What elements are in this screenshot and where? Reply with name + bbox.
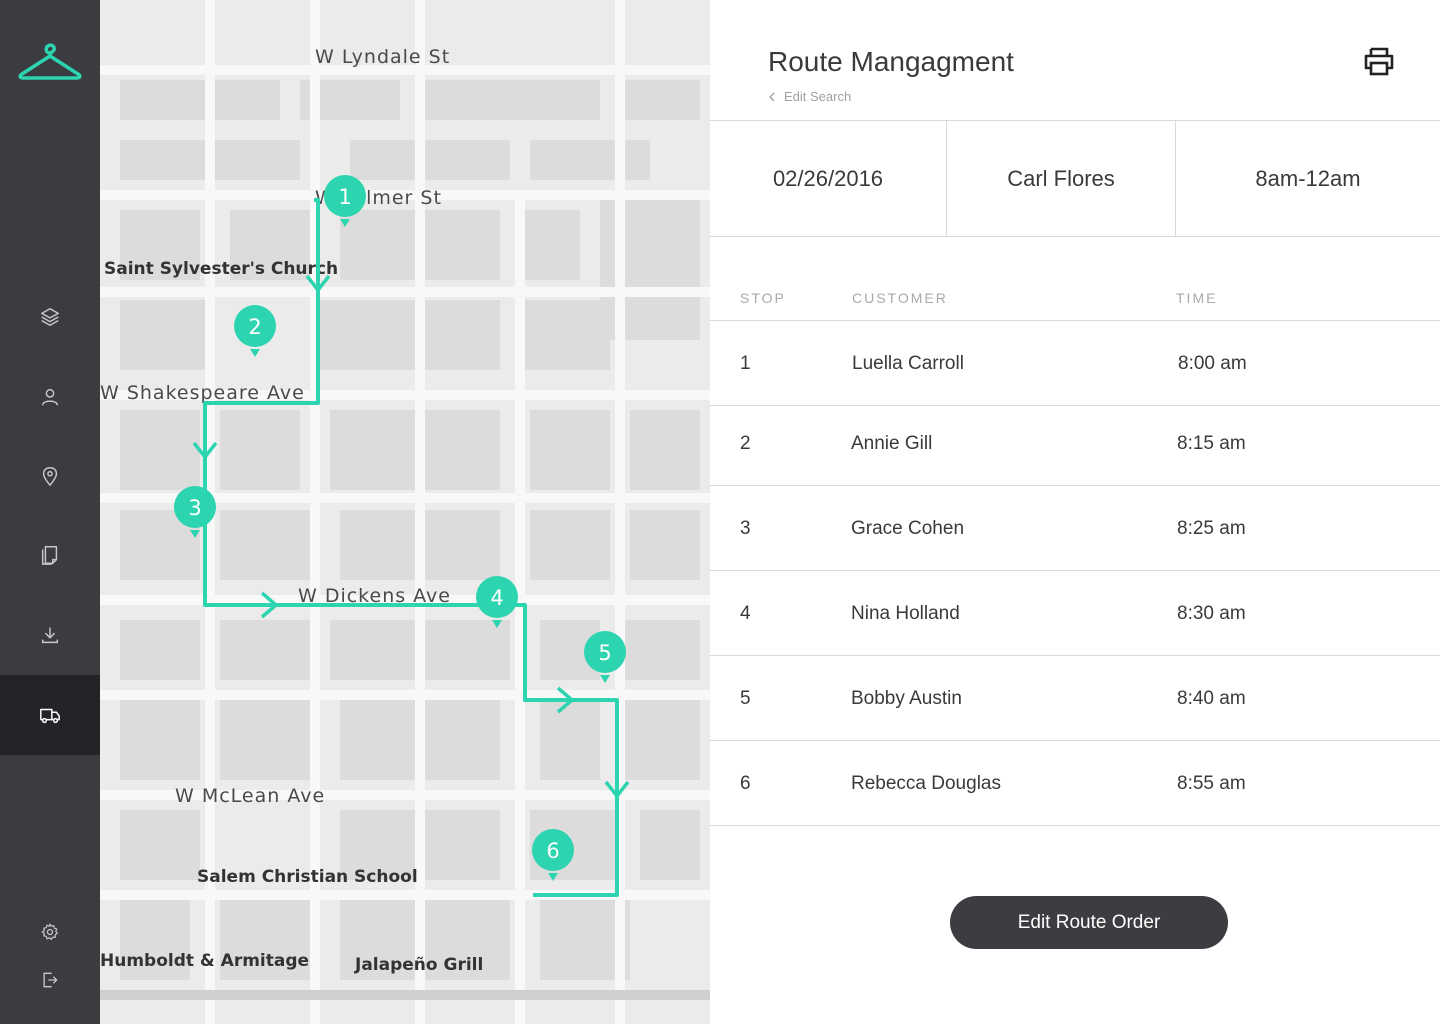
stop-time: 8:00 am [1178, 353, 1247, 374]
page-title: Route Mangagment [768, 46, 1014, 77]
stop-number: 1 [740, 353, 751, 374]
sidebar-item-logout[interactable] [0, 960, 100, 1000]
table-row[interactable]: 4 Nina Holland 8:30 am [710, 571, 1440, 656]
column-header-stop: STOP [740, 290, 786, 306]
stop-time: 8:25 am [1177, 518, 1246, 539]
poi-label: Jalapeño Grill [354, 955, 483, 975]
sidebar-item-users[interactable] [0, 357, 100, 437]
customer-name: Grace Cohen [851, 518, 965, 539]
stop-number: 4 [740, 603, 751, 624]
poi-label: Saint Sylvester's Church [104, 259, 338, 279]
edit-route-order-button[interactable]: Edit Route Order [950, 896, 1228, 949]
customer-name: Nina Holland [851, 603, 960, 624]
table-header: STOP CUSTOMER TIME [710, 270, 1440, 321]
table-row[interactable]: 2 Annie Gill 8:15 am [710, 401, 1440, 486]
customer-name: Luella Carroll [852, 353, 964, 374]
poi-label: Humboldt & Armitage [100, 951, 309, 971]
route-info: 02/26/2016 Carl Flores 8am-12am [710, 120, 1440, 237]
street-label: W McLean Ave [175, 785, 325, 807]
hanger-icon[interactable] [18, 40, 82, 82]
sidebar-item-locations[interactable] [0, 436, 100, 516]
chevron-left-icon [769, 92, 775, 101]
stop-number: 5 [740, 688, 751, 709]
route-time-window: 8am-12am [1175, 121, 1440, 236]
print-button[interactable] [1362, 45, 1396, 79]
table-row[interactable]: 1 Luella Carroll 8:00 am [710, 321, 1440, 406]
route-panel: Route Mangagment Edit Search 02/26/2016 … [710, 0, 1440, 1024]
customer-name: Rebecca Douglas [851, 773, 1001, 794]
download-icon [41, 627, 59, 644]
customer-name: Annie Gill [851, 433, 933, 454]
poi-label: Salem Christian School [197, 867, 418, 887]
sidebar-item-layers[interactable] [0, 277, 100, 357]
layers-icon [41, 308, 59, 326]
customer-name: Bobby Austin [851, 688, 962, 709]
printer-icon [1364, 47, 1394, 76]
svg-text:4: 4 [490, 586, 503, 610]
logout-icon [43, 972, 58, 988]
truck-icon [40, 708, 60, 724]
table-row[interactable]: 5 Bobby Austin 8:40 am [710, 656, 1440, 741]
sidebar [0, 0, 100, 1024]
sidebar-item-settings[interactable] [0, 912, 100, 952]
route-driver: Carl Flores [946, 121, 1175, 236]
stop-number: 3 [740, 518, 751, 539]
location-pin-icon [42, 467, 58, 487]
user-icon [41, 388, 59, 406]
stop-number: 2 [740, 433, 751, 454]
svg-text:2: 2 [248, 315, 261, 339]
edit-search-link[interactable]: Edit Search [768, 89, 851, 104]
table-row[interactable]: 6 Rebecca Douglas 8:55 am [710, 741, 1440, 826]
route-date: 02/26/2016 [772, 165, 884, 191]
route-map[interactable]: W Lyndale St W Palmer St W Shakespeare A… [100, 0, 710, 1024]
table-row[interactable]: 3 Grace Cohen 8:25 am [710, 486, 1440, 571]
documents-icon [41, 546, 58, 565]
svg-text:3: 3 [188, 496, 201, 520]
edit-search-label: Edit Search [784, 89, 852, 104]
column-header-time: TIME [1176, 290, 1218, 306]
stop-number: 6 [740, 773, 751, 794]
stop-time: 8:30 am [1177, 603, 1246, 624]
street-label: W Lyndale St [315, 46, 450, 68]
gear-icon [41, 923, 59, 940]
svg-text:1: 1 [338, 185, 351, 209]
stop-time: 8:15 am [1177, 433, 1246, 454]
street-label: W Shakespeare Ave [100, 382, 305, 404]
stop-time: 8:55 am [1177, 773, 1246, 794]
sidebar-item-routes[interactable] [0, 675, 100, 755]
sidebar-item-download[interactable] [0, 595, 100, 675]
svg-text:5: 5 [598, 641, 611, 665]
column-header-customer: CUSTOMER [852, 290, 948, 306]
stop-time: 8:40 am [1177, 688, 1246, 709]
svg-text:6: 6 [546, 839, 559, 863]
sidebar-item-documents[interactable] [0, 515, 100, 595]
map-canvas[interactable]: W Lyndale St W Palmer St W Shakespeare A… [100, 0, 710, 1024]
